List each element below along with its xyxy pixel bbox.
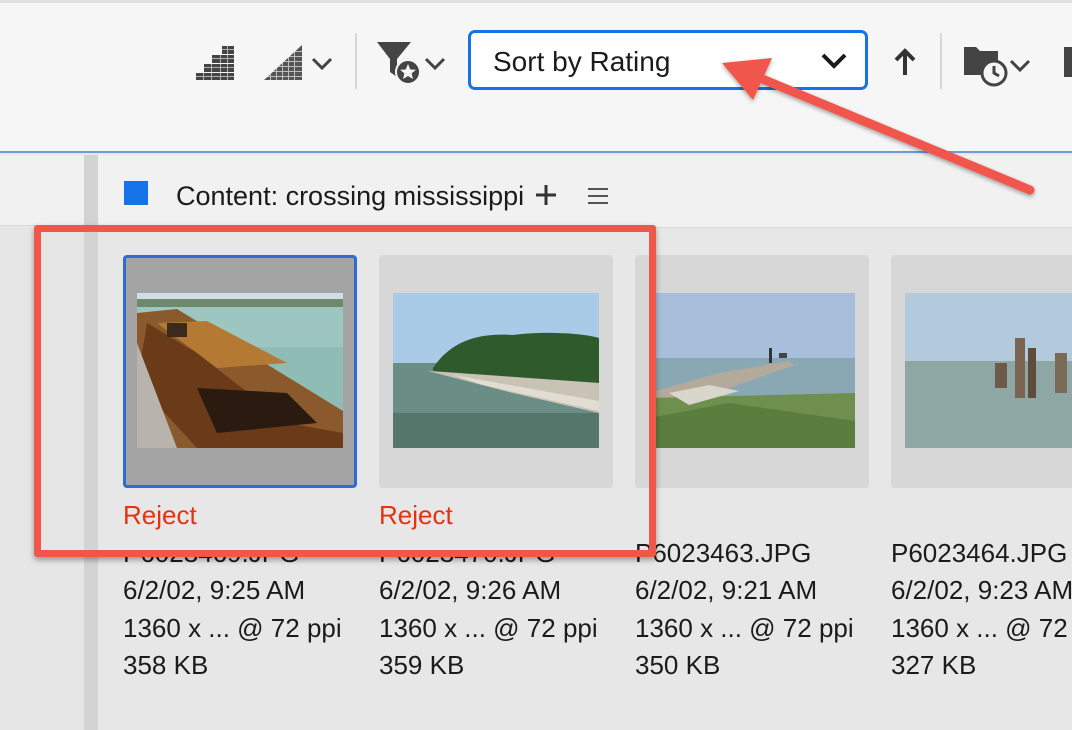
thumbnail-metadata: P6023463.JPG 6/2/02, 9:21 AM 1360 x ... … <box>635 497 885 685</box>
thumbnail-card[interactable] <box>635 255 869 488</box>
thumbnail-metadata: P6023464.JPG 6/2/02, 9:23 AM 1360 x ... … <box>891 497 1072 685</box>
content-header: Content: crossing mississippi <box>98 155 1072 228</box>
filename: P6023463.JPG <box>635 537 812 568</box>
left-panel-header <box>0 155 84 226</box>
dimensions: 1360 x ... @ 72 ppi <box>379 612 598 643</box>
panel-color-square <box>124 181 148 205</box>
folder-clock-icon[interactable] <box>962 41 1038 87</box>
content-title: Content: crossing mississippi <box>176 181 525 211</box>
arrow-up-icon[interactable] <box>893 47 917 77</box>
plus-icon[interactable] <box>534 183 558 207</box>
reject-label <box>635 497 885 535</box>
toolbar-separator <box>355 33 357 89</box>
filter-star-icon[interactable] <box>375 39 451 85</box>
date-time: 6/2/02, 9:25 AM <box>123 575 306 605</box>
star-rating-dropdown-icon[interactable] <box>262 43 338 81</box>
toolbar: Sort by Rating <box>0 0 1072 153</box>
more-toolbar-icon[interactable] <box>1064 47 1072 77</box>
sort-dropdown-label: Sort by Rating <box>493 46 671 77</box>
date-time: 6/2/02, 9:21 AM <box>635 575 818 605</box>
chevron-down-icon <box>821 53 847 69</box>
file-size: 358 KB <box>123 650 209 680</box>
file-size: 350 KB <box>635 650 721 680</box>
annotation-highlight-box <box>34 225 656 557</box>
dimensions: 1360 x ... @ 72 ppi <box>123 612 342 643</box>
photo-thumbnail <box>905 293 1072 448</box>
filename: P6023464.JPG <box>891 537 1068 568</box>
toolbar-separator <box>940 33 942 89</box>
star-rating-icon[interactable] <box>194 43 236 81</box>
date-time: 6/2/02, 9:26 AM <box>379 575 562 605</box>
date-time: 6/2/02, 9:23 AM <box>891 575 1072 605</box>
thumbnail-card[interactable] <box>891 255 1072 488</box>
file-size: 359 KB <box>379 650 465 680</box>
dimensions: 1360 x ... @ 72 ppi <box>891 612 1072 643</box>
dimensions: 1360 x ... @ 72 ppi <box>635 612 854 643</box>
reject-label <box>891 497 1072 535</box>
sort-dropdown[interactable]: Sort by Rating <box>468 30 868 90</box>
menu-icon[interactable] <box>587 186 609 206</box>
photo-thumbnail <box>649 293 855 448</box>
file-size: 327 KB <box>891 650 977 680</box>
